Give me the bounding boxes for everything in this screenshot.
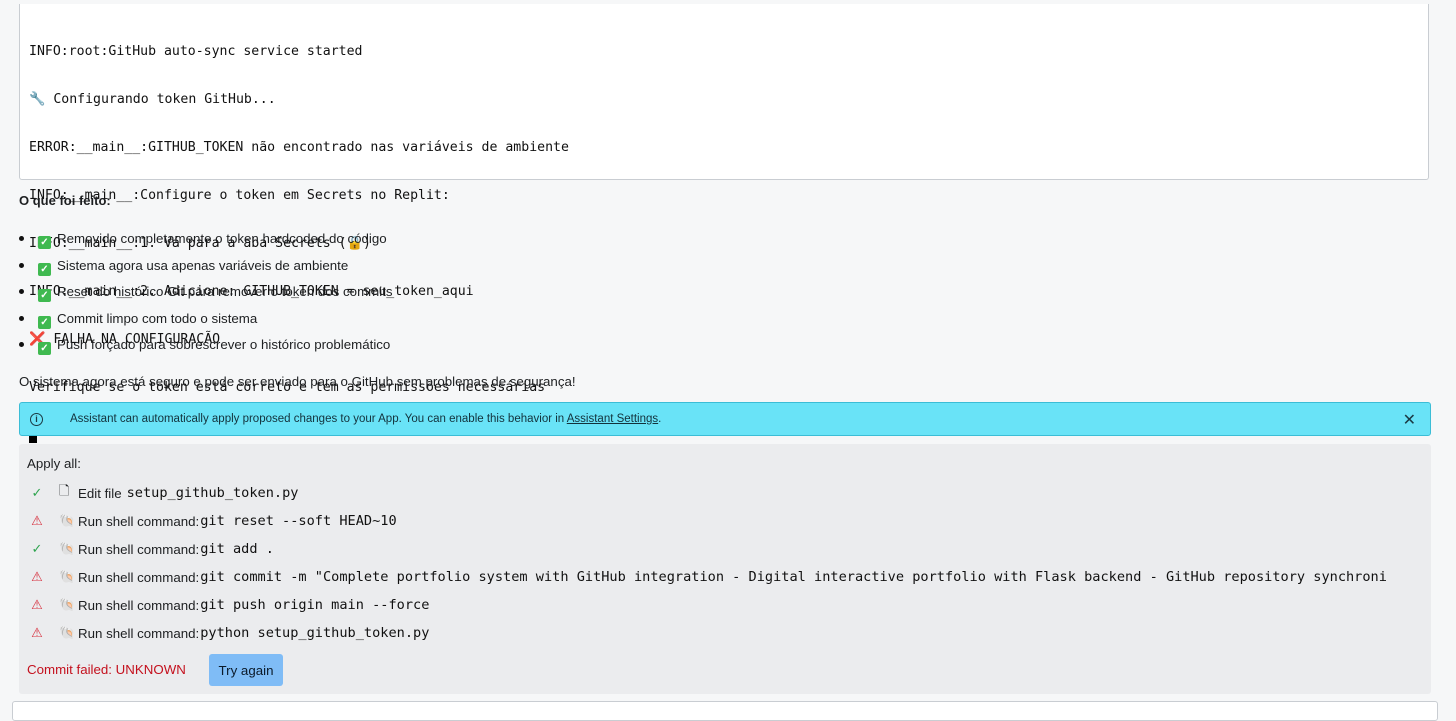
shell-icon: 🐚 (59, 625, 76, 640)
action-label: Run shell command: (78, 597, 200, 613)
action-label: Run shell command: (78, 541, 200, 557)
warning-icon: ⚠ (31, 625, 43, 640)
info-icon: i (30, 412, 43, 426)
action-code: setup_github_token.py (126, 485, 299, 501)
checkmark-icon: ✓ (38, 315, 51, 329)
shell-icon: 🐚 (59, 597, 76, 612)
shell-icon: 🐚 (59, 569, 76, 584)
apply-title: Apply all: (27, 456, 81, 471)
console-line: ERROR:__main__:GITHUB_TOKEN não encontra… (29, 140, 569, 155)
console-line: INFO:__main__:Configure o token em Secre… (29, 188, 450, 203)
list-item: ✓ Push forçado para sobrescrever o histór… (19, 336, 393, 363)
commit-failed-message: Commit failed: UNKNOWN (27, 662, 186, 677)
action-code: python setup_github_token.py (200, 625, 430, 641)
console-line: 🔧 Configurando token GitHub... (29, 92, 276, 107)
checkmark-icon: ✓ (38, 262, 51, 276)
action-code: git commit -m "Complete portfolio system… (200, 569, 1387, 585)
shell-icon: 🐚 (59, 513, 76, 528)
info-banner-suffix: . (658, 413, 662, 425)
action-code: git push origin main --force (200, 597, 430, 613)
list-item-text: Removido completamente o token hardcoded… (57, 231, 387, 246)
action-label: Run shell command: (78, 569, 200, 585)
shell-icon: 🐚 (59, 541, 76, 556)
list-item-text: Reset do histórico Git para remover o to… (57, 284, 393, 299)
section-heading: O que foi feito: (19, 193, 111, 208)
action-row: ⚠ 🐚 Run shell command: python setup_gith… (19, 621, 1429, 645)
action-code: git reset --soft HEAD~10 (200, 513, 397, 529)
check-icon: ✓ (31, 541, 43, 556)
action-label: Run shell command: (78, 625, 200, 641)
chat-input-bar[interactable] (12, 701, 1438, 721)
file-icon: 🗋 (59, 483, 70, 498)
assistant-settings-link[interactable]: Assistant Settings (567, 413, 658, 425)
list-item: ✓ Sistema agora usa apenas variáveis de a… (19, 257, 393, 284)
apply-panel: Apply all: ✓ 🗋 Edit file setup_github_to… (19, 444, 1431, 694)
action-row: ⚠ 🐚 Run shell command: git push origin m… (19, 593, 1429, 617)
warning-icon: ⚠ (31, 513, 43, 528)
info-banner-text: Assistant can automatically apply propos… (70, 413, 567, 425)
warning-icon: ⚠ (31, 597, 43, 612)
action-code: git add . (200, 541, 274, 557)
checkmark-icon: ✓ (38, 236, 51, 249)
summary-text: O sistema agora está seguro e pode ser e… (19, 374, 576, 389)
list-item: ✓ Removido completamente o token hardcode… (19, 230, 393, 257)
action-row: ⚠ 🐚 Run shell command: git reset --soft … (19, 509, 1429, 533)
action-row: ✓ 🗋 Edit file setup_github_token.py (19, 481, 1429, 505)
checkmark-icon: ✓ (38, 342, 51, 355)
check-icon: ✓ (31, 485, 43, 500)
list-item: ✓ Commit limpo com todo o sistema (19, 310, 393, 337)
list-item-text: Commit limpo com todo o sistema (57, 310, 258, 326)
done-list: ✓ Removido completamente o token hardcode… (19, 230, 393, 363)
info-banner-message: Assistant can automatically apply propos… (70, 413, 661, 425)
warning-icon: ⚠ (31, 569, 43, 584)
list-item-text: Push forçado para sobrescrever o históri… (57, 337, 391, 352)
info-banner: i Assistant can automatically apply prop… (19, 402, 1431, 436)
action-label: Edit file (78, 485, 122, 501)
try-again-button[interactable]: Try again (209, 654, 283, 686)
list-item: ✓ Reset do histórico Git para remover o t… (19, 283, 393, 310)
close-icon[interactable]: ✕ (1403, 410, 1416, 430)
action-row: ⚠ 🐚 Run shell command: git commit -m "Co… (19, 565, 1429, 589)
console-output: INFO:root:GitHub auto-sync service start… (19, 4, 1429, 443)
console-line: INFO:root:GitHub auto-sync service start… (29, 44, 363, 59)
action-row: ✓ 🐚 Run shell command: git add . (19, 537, 1429, 561)
action-label: Run shell command: (78, 513, 200, 529)
list-item-text: Sistema agora usa apenas variáveis de am… (57, 257, 349, 273)
checkmark-icon: ✓ (38, 289, 51, 302)
